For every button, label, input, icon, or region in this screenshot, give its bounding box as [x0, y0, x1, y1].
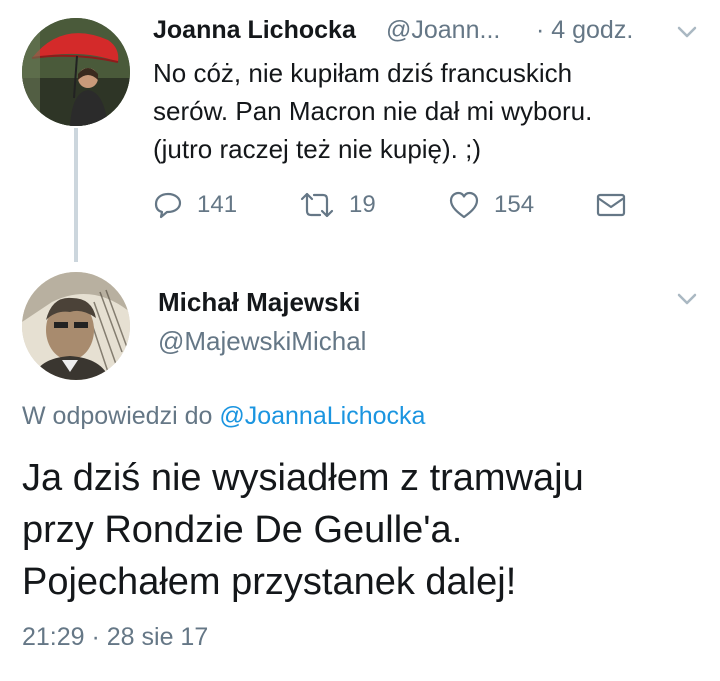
reply-button[interactable]: 141 [153, 188, 237, 222]
retweet-icon [300, 192, 334, 218]
author-handle[interactable]: @Joann... [386, 16, 500, 45]
tweet-text-line: (jutro raczej też nie kupię). ;) [153, 134, 482, 164]
retweet-count: 19 [349, 191, 376, 218]
retweet-button[interactable]: 19 [299, 188, 376, 222]
reply-count: 141 [197, 191, 238, 218]
tweet-text: Ja dziś nie wysiadłem z tramwaju przy Ro… [22, 452, 584, 608]
tweet-text-line: przy Rondzie De Geulle'a. [22, 509, 463, 551]
tweet-text-line: Pojechałem przystanek dalej! [22, 561, 517, 603]
like-button[interactable]: 154 [448, 188, 534, 222]
author-name[interactable]: Michał Majewski [158, 287, 360, 318]
tweet-text: No cóż, nie kupiłam dziś francuskich ser… [153, 54, 673, 168]
tweet-text-line: No cóż, nie kupiłam dziś francuskich [153, 58, 573, 88]
like-count: 154 [494, 191, 535, 218]
reply-prefix: W odpowiedzi do [22, 402, 213, 430]
dm-icon [596, 193, 626, 217]
like-icon [449, 191, 479, 219]
reply-mention-link[interactable]: @JoannaLichocka [219, 402, 425, 430]
reply-context: W odpowiedzi do @JoannaLichocka [22, 402, 425, 431]
author-name[interactable]: Joanna Lichocka [153, 16, 356, 45]
dm-button[interactable] [595, 188, 627, 222]
avatar-michal[interactable] [22, 272, 130, 380]
chevron-down-icon[interactable] [676, 291, 698, 307]
author-handle[interactable]: @MajewskiMichal [158, 326, 366, 357]
tweet-timestamp[interactable]: 21:29 · 28 sie 17 [22, 623, 208, 652]
avatar-joanna[interactable] [22, 18, 130, 126]
tweet-text-line: serów. Pan Macron nie dał mi wyboru. [153, 96, 593, 126]
tweet-text-line: Ja dziś nie wysiadłem z tramwaju [22, 457, 584, 499]
thread-line [74, 128, 78, 262]
reply-icon [154, 192, 182, 219]
tweet-time[interactable]: · 4 godz. [536, 16, 633, 45]
chevron-down-icon[interactable] [676, 24, 698, 40]
